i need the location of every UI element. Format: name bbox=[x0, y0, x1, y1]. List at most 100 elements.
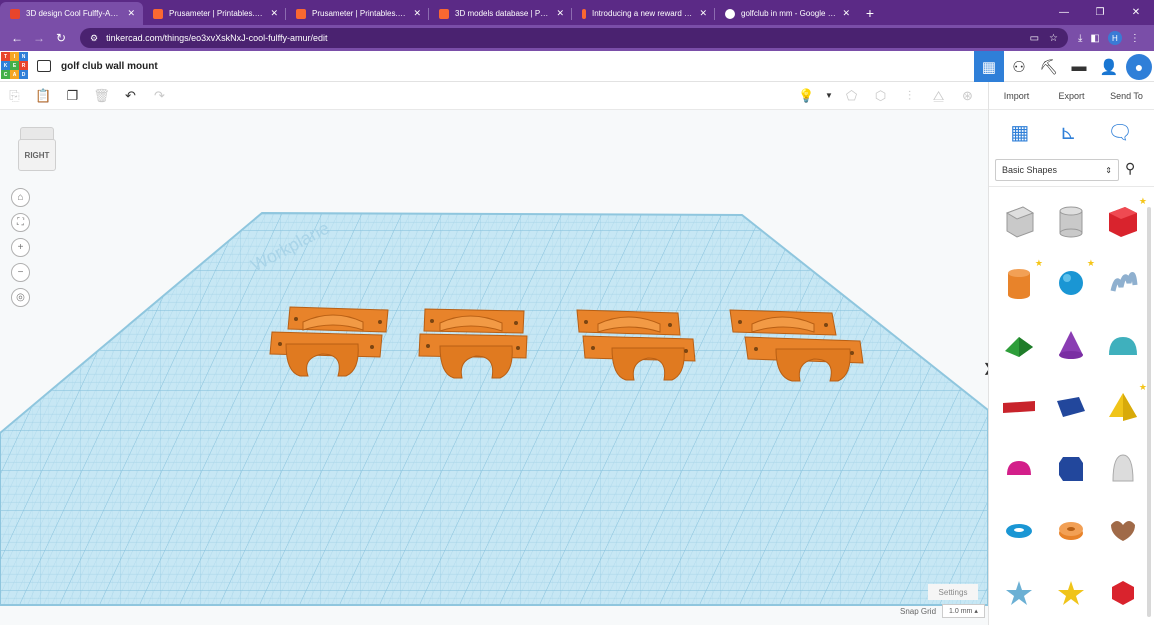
close-tab-icon[interactable]: ✕ bbox=[413, 8, 421, 19]
maximize-icon[interactable]: ❐ bbox=[1082, 0, 1118, 25]
reload-icon[interactable]: ↻ bbox=[50, 31, 72, 45]
align-icon[interactable]: ⫶ bbox=[895, 82, 924, 110]
browser-tab[interactable]: Prusameter | Printables.com ✕ bbox=[286, 2, 429, 25]
box-shape[interactable]: ★ bbox=[1097, 190, 1149, 252]
notes-tool-icon[interactable]: 🗨 bbox=[1107, 120, 1132, 145]
sphere-shape[interactable]: ★ bbox=[1045, 252, 1097, 314]
cone-shape[interactable] bbox=[1045, 314, 1097, 376]
ungroup-icon[interactable]: ⬡ bbox=[866, 82, 895, 110]
back-arrow-icon[interactable]: ← bbox=[6, 31, 28, 45]
round-roof-icon bbox=[1109, 337, 1137, 355]
copy-icon[interactable]: ⎘ bbox=[0, 82, 29, 110]
download-icon[interactable]: ⤓ bbox=[1078, 33, 1082, 44]
zoom-in-icon[interactable]: + bbox=[11, 238, 30, 257]
profile-avatar[interactable]: H bbox=[1107, 31, 1122, 45]
view-cube[interactable]: RIGHT bbox=[18, 127, 56, 173]
duplicate-icon[interactable]: ❐ bbox=[58, 82, 87, 110]
mirror-icon[interactable]: ⧋ bbox=[924, 82, 953, 110]
icosahedron-shape[interactable] bbox=[1097, 562, 1149, 624]
close-tab-icon[interactable]: ✕ bbox=[556, 8, 564, 19]
add-user-icon[interactable]: 👤 bbox=[1094, 51, 1124, 82]
heart-icon bbox=[1111, 521, 1135, 541]
cruise-icon[interactable]: ⊛ bbox=[953, 82, 982, 110]
text-shape[interactable] bbox=[993, 376, 1045, 438]
cylinder-hole-shape[interactable] bbox=[1045, 190, 1097, 252]
forward-arrow-icon[interactable]: → bbox=[28, 31, 50, 45]
settings-button[interactable]: Settings bbox=[928, 584, 978, 600]
paste-icon[interactable]: 📋 bbox=[29, 82, 58, 110]
scribble-shape[interactable] bbox=[1097, 252, 1149, 314]
3d-view-grid-icon[interactable]: ▦ bbox=[974, 51, 1004, 82]
send-to-button[interactable]: Send To bbox=[1099, 82, 1154, 109]
tab-title: 3D design Cool Fulffy-Amur | Ti bbox=[26, 9, 122, 18]
star-yellow-icon bbox=[1058, 581, 1084, 605]
cast-icon[interactable]: ▭ bbox=[1030, 33, 1039, 44]
favorite-star-icon: ★ bbox=[1138, 382, 1147, 392]
shapes-grid: ★ ★ ★ ★ bbox=[993, 190, 1153, 624]
snap-grid-label: Snap Grid bbox=[900, 606, 937, 616]
box-hole-shape[interactable] bbox=[993, 190, 1045, 252]
close-tab-icon[interactable]: ✕ bbox=[270, 8, 278, 19]
sidepanel-icon[interactable]: ◧ bbox=[1090, 33, 1099, 44]
close-tab-icon[interactable]: ✕ bbox=[127, 8, 135, 19]
cylinder-shape[interactable]: ★ bbox=[993, 252, 1045, 314]
browser-tab[interactable]: 3D design Cool Fulffy-Amur | Ti ✕ bbox=[0, 2, 143, 25]
home-view-icon[interactable]: ⌂ bbox=[11, 188, 30, 207]
ruler-tool-icon[interactable]: ⊾ bbox=[1060, 120, 1077, 145]
half-box-shape[interactable] bbox=[1045, 376, 1097, 438]
export-button[interactable]: Export bbox=[1044, 82, 1099, 109]
torus-shape[interactable] bbox=[993, 500, 1045, 562]
design-title[interactable]: golf club wall mount bbox=[61, 61, 158, 72]
bookmark-star-icon[interactable]: ☆ bbox=[1049, 33, 1058, 44]
heart-shape[interactable] bbox=[1097, 500, 1149, 562]
light-bulb-icon[interactable]: 💡 bbox=[792, 82, 821, 110]
polygon-shape[interactable] bbox=[1045, 438, 1097, 500]
browser-tab[interactable]: golfclub in mm - Google Search ✕ bbox=[715, 2, 858, 25]
close-tab-icon[interactable]: ✕ bbox=[699, 8, 707, 19]
star-yellow-shape[interactable] bbox=[1045, 562, 1097, 624]
workplane-tool-icon[interactable]: ▦ bbox=[1010, 120, 1029, 145]
undo-icon[interactable]: ↶ bbox=[116, 82, 145, 110]
half-sphere-shape[interactable] bbox=[993, 438, 1045, 500]
browser-menu-icon[interactable]: ⋮ bbox=[1130, 33, 1140, 44]
star-shape[interactable] bbox=[993, 562, 1045, 624]
snap-grid-select[interactable]: 1.0 mm ▴ bbox=[942, 604, 985, 618]
perspective-icon[interactable]: ◎ bbox=[11, 288, 30, 307]
blocks-icon[interactable]: ⚇ bbox=[1004, 51, 1034, 82]
bricks-pickaxe-icon[interactable]: ⛏ bbox=[1034, 51, 1064, 82]
user-avatar[interactable]: ● bbox=[1126, 53, 1152, 80]
site-info-icon[interactable]: ⚙ bbox=[90, 33, 98, 44]
cylinder-hole-icon bbox=[1059, 206, 1083, 238]
search-icon[interactable]: ⚲ bbox=[1125, 160, 1135, 177]
pyramid-shape[interactable]: ★ bbox=[1097, 376, 1149, 438]
half-sphere-icon bbox=[1007, 461, 1031, 475]
url-input[interactable]: ⚙ tinkercad.com/things/eo3xvXskNxJ-cool-… bbox=[80, 28, 1068, 48]
browser-tab[interactable]: 3D models database | Printable ✕ bbox=[429, 2, 572, 25]
zoom-out-icon[interactable]: − bbox=[11, 263, 30, 282]
paraboloid-shape[interactable] bbox=[1097, 438, 1149, 500]
3d-viewport[interactable]: Workplane RIGHT ⌂ ⛶ + − ◎ Settings Snap … bbox=[0, 110, 988, 625]
chevron-down-icon[interactable]: ▼ bbox=[821, 82, 837, 110]
delete-trash-icon[interactable]: 🗑 bbox=[87, 82, 116, 110]
shape-category-select[interactable]: Basic Shapes ⇕ bbox=[995, 159, 1119, 181]
group-icon[interactable]: ⬠ bbox=[837, 82, 866, 110]
app-header: T I N K E R C A D golf club wall mount ▦… bbox=[0, 51, 1154, 82]
design-menu-icon[interactable] bbox=[37, 60, 51, 72]
browser-tab[interactable]: Prusameter | Printables.com ✕ bbox=[143, 2, 286, 25]
round-roof-shape[interactable] bbox=[1097, 314, 1149, 376]
import-button[interactable]: Import bbox=[989, 82, 1044, 109]
fit-view-icon[interactable]: ⛶ bbox=[11, 213, 30, 232]
tinkercad-logo[interactable]: T I N K E R C A D bbox=[1, 52, 29, 80]
panel-scrollbar[interactable] bbox=[1147, 207, 1151, 617]
close-tab-icon[interactable]: ✕ bbox=[842, 8, 850, 19]
browser-tab[interactable]: Introducing a new reward syste ✕ bbox=[572, 2, 715, 25]
shapes-panel: Import Export Send To ▦ ⊾ 🗨 Basic Shapes… bbox=[988, 82, 1154, 625]
close-window-icon[interactable]: ✕ bbox=[1118, 0, 1154, 25]
tube-shape[interactable] bbox=[1045, 500, 1097, 562]
minimize-icon[interactable]: — bbox=[1046, 0, 1082, 25]
roof-shape[interactable] bbox=[993, 314, 1045, 376]
lego-brick-icon[interactable]: ▬ bbox=[1064, 51, 1094, 82]
new-tab-plus-icon[interactable]: + bbox=[858, 2, 882, 25]
edit-toolbar: ⎘ 📋 ❐ 🗑 ↶ ↷ 💡 ▼ ⬠ ⬡ ⫶ ⧋ ⊛ bbox=[0, 82, 988, 110]
redo-icon[interactable]: ↷ bbox=[145, 82, 174, 110]
